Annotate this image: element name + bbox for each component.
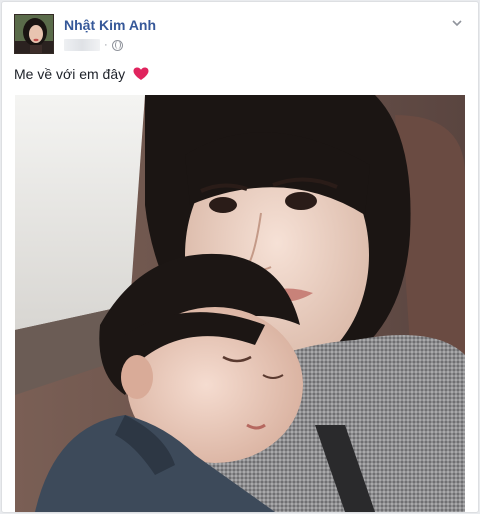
post-card: Nhật Kim Anh · Me về với em đây [1,1,479,513]
avatar[interactable] [14,14,54,54]
avatar-image [15,15,53,53]
post-meta: · [64,37,123,53]
heart-icon [133,67,149,80]
globe-icon[interactable] [111,39,123,51]
post-photo[interactable] [15,95,465,512]
post-message: Me về với em đây [14,66,149,82]
author-name[interactable]: Nhật Kim Anh [64,17,156,33]
post-timestamp[interactable] [64,39,100,51]
chevron-down-icon[interactable] [450,16,464,30]
photo-image [15,95,465,512]
post-text: Me về với em đây [14,66,126,82]
post-header: Nhật Kim Anh · [14,14,466,54]
meta-separator: · [104,39,108,51]
